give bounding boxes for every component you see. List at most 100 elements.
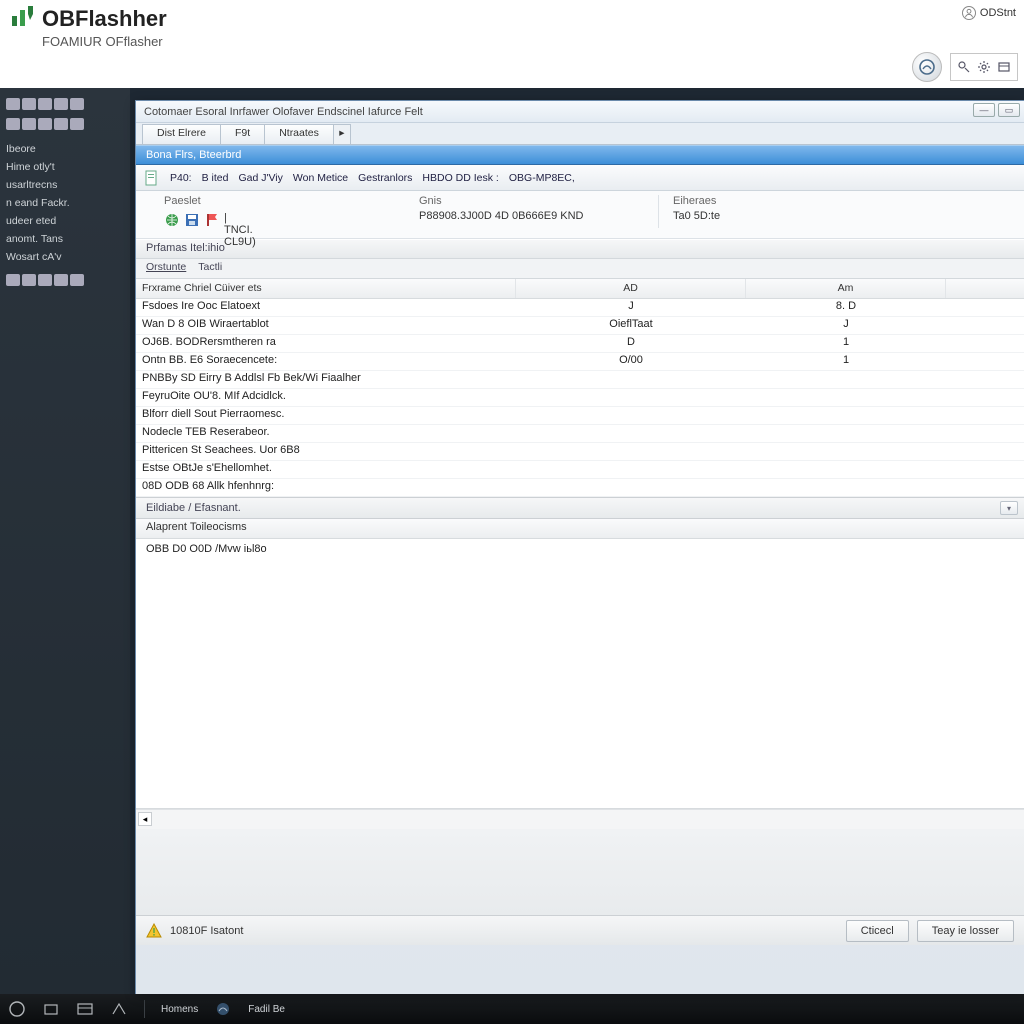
- tool-icon-1[interactable]: [957, 60, 971, 74]
- sidebar-icon[interactable]: [22, 274, 36, 286]
- table-row[interactable]: 08D ODB 68 Allk hfenhnrg:: [136, 479, 1024, 497]
- taskbar-icon[interactable]: [42, 1000, 60, 1018]
- table-cell: 1: [746, 335, 946, 352]
- info-globe-icon[interactable]: [164, 212, 180, 228]
- window-titlebar[interactable]: Cotomaer Esoral Inrfawer Olofaver Endsci…: [136, 101, 1024, 123]
- sidebar-icon[interactable]: [70, 274, 84, 286]
- splitter-handle-icon[interactable]: ▾: [1000, 501, 1018, 515]
- sidebar-item[interactable]: Ibeore: [6, 140, 124, 158]
- tool-icon-3[interactable]: [997, 60, 1011, 74]
- sub-tabs: Orstunte Tactli: [136, 259, 1024, 279]
- start-icon[interactable]: [8, 1000, 26, 1018]
- table-cell: 1: [746, 353, 946, 370]
- subtab[interactable]: Orstunte: [146, 261, 186, 276]
- minimize-button[interactable]: —: [973, 103, 995, 117]
- toolbar-item[interactable]: Gad J'Viy: [238, 172, 282, 184]
- log-body[interactable]: OBB D0 O0D /Mvw iьl8o: [136, 539, 1024, 809]
- user-area[interactable]: ODStnt: [962, 6, 1016, 20]
- toolbar-doc-icon[interactable]: [144, 170, 160, 186]
- toolbar-item[interactable]: OBG-MP8EC,: [509, 172, 575, 184]
- sidebar-item[interactable]: n eand Fackr.: [6, 194, 124, 212]
- warning-icon: [146, 923, 162, 939]
- sidebar-icon[interactable]: [54, 118, 68, 130]
- sidebar: Ibeore Hime otly't usarltrecns n eand Fa…: [0, 88, 130, 994]
- logo-block: OBFlashher FOAMIUR OFflasher: [10, 6, 1014, 49]
- table-cell: Nodecle TEB Reserabeor.: [136, 425, 516, 442]
- table-row[interactable]: Wan D 8 OIB WiraertablotOieflTaatJ: [136, 317, 1024, 335]
- col-header[interactable]: Frxrame Chriel Cüiver ets: [136, 279, 516, 298]
- sidebar-icon[interactable]: [22, 118, 36, 130]
- tab[interactable]: Dist Elrere: [142, 124, 221, 144]
- sidebar-item[interactable]: udeer eted: [6, 212, 124, 230]
- maximize-button[interactable]: ▭: [998, 103, 1020, 117]
- sidebar-icon[interactable]: [6, 274, 20, 286]
- sidebar-item[interactable]: Wosart cA'v: [6, 248, 124, 266]
- info-flag-icon[interactable]: [204, 212, 220, 228]
- table-cell: [516, 425, 746, 442]
- info-label: Paeslet: [164, 195, 419, 207]
- taskbar-app-icon[interactable]: [214, 1000, 232, 1018]
- sidebar-icon-row-2: [6, 118, 124, 130]
- breadcrumb-text: Bona Flrs, Bteerbrd: [146, 149, 241, 161]
- gear-icon[interactable]: [977, 60, 991, 74]
- cancel-button[interactable]: Cticecl: [846, 920, 909, 942]
- taskbar-label[interactable]: Homens: [161, 1004, 198, 1015]
- sidebar-item[interactable]: Hime otly't: [6, 158, 124, 176]
- toolbar-item[interactable]: Gestranlors: [358, 172, 412, 184]
- apply-button[interactable]: Teay ie losser: [917, 920, 1014, 942]
- section-header: Prfamas Itel:ihio: [136, 239, 1024, 259]
- header-toolbox[interactable]: [950, 53, 1018, 81]
- sidebar-icon[interactable]: [70, 98, 84, 110]
- taskbar-label[interactable]: Fadil Be: [248, 1004, 285, 1015]
- table-row[interactable]: OJ6B. BODRersmtheren raD1: [136, 335, 1024, 353]
- table-row[interactable]: Pittericen St Seachees. Uor 6B8: [136, 443, 1024, 461]
- sidebar-icon[interactable]: [38, 98, 52, 110]
- info-row: Paeslet | TNCI. CL9U) Gnis P88908.3J00D …: [136, 191, 1024, 239]
- table-row[interactable]: Fsdoes Ire Ooc ElatoextJ8. D: [136, 299, 1024, 317]
- sidebar-icon[interactable]: [6, 98, 20, 110]
- window-title: Cotomaer Esoral Inrfawer Olofaver Endsci…: [144, 106, 423, 118]
- table-row[interactable]: Blforr diell Sout Pierraomesc.: [136, 407, 1024, 425]
- table-cell: 8. D: [746, 299, 946, 316]
- table-cell: PNBBy SD Eirry B Addlsl Fb Bek/Wi Fiaalh…: [136, 371, 516, 388]
- content-area: Cotomaer Esoral Inrfawer Olofaver Endsci…: [130, 88, 1024, 994]
- sidebar-icon-row: [6, 98, 124, 110]
- toolbar-item[interactable]: B ited: [202, 172, 229, 184]
- sidebar-item[interactable]: usarltrecns: [6, 176, 124, 194]
- sidebar-icon[interactable]: [38, 274, 52, 286]
- toolbar-item[interactable]: Won Metice: [293, 172, 348, 184]
- subtab[interactable]: Tactli: [198, 261, 222, 276]
- col-header[interactable]: Am: [746, 279, 946, 298]
- toolbar-item[interactable]: P40:: [170, 172, 192, 184]
- table-row[interactable]: Ontn BB. E6 Soraecencete:O/001: [136, 353, 1024, 371]
- sidebar-icon[interactable]: [54, 274, 68, 286]
- table-cell: [746, 389, 946, 406]
- col-header[interactable]: AD: [516, 279, 746, 298]
- window-buttons: — ▭: [973, 103, 1020, 117]
- table-cell: Blforr diell Sout Pierraomesc.: [136, 407, 516, 424]
- scroll-left-icon[interactable]: ◂: [138, 812, 152, 826]
- table-cell: [516, 479, 746, 496]
- toolbar-item[interactable]: HBDO DD Iesk :: [422, 172, 498, 184]
- table-row[interactable]: PNBBy SD Eirry B Addlsl Fb Bek/Wi Fiaalh…: [136, 371, 1024, 389]
- sidebar-icon[interactable]: [70, 118, 84, 130]
- info-save-icon[interactable]: [184, 212, 200, 228]
- table-row[interactable]: Estse OBtJe s'Ehellomhet.: [136, 461, 1024, 479]
- sidebar-item[interactable]: anomt. Tans: [6, 230, 124, 248]
- sidebar-icon[interactable]: [6, 118, 20, 130]
- status-bar: 10810F Isatont Cticecl Teay ie losser: [136, 915, 1024, 945]
- taskbar-icon[interactable]: [110, 1000, 128, 1018]
- tab[interactable]: Ntraates: [264, 124, 334, 144]
- splitter-bar[interactable]: Eildiabe / Efasnant. ▾: [136, 497, 1024, 519]
- tab-overflow[interactable]: ▸: [333, 124, 351, 144]
- log-scrollbar[interactable]: ◂: [136, 809, 1024, 829]
- data-table: Frxrame Chriel Cüiver ets AD Am Fsdoes I…: [136, 279, 1024, 497]
- sidebar-icon[interactable]: [54, 98, 68, 110]
- tab[interactable]: F9t: [220, 124, 265, 144]
- sidebar-icon[interactable]: [38, 118, 52, 130]
- os-taskbar[interactable]: Homens Fadil Be: [0, 994, 1024, 1024]
- taskbar-icon[interactable]: [76, 1000, 94, 1018]
- table-row[interactable]: Nodecle TEB Reserabeor.: [136, 425, 1024, 443]
- sidebar-icon[interactable]: [22, 98, 36, 110]
- table-row[interactable]: FeyruOite OU'8. MIf Adcidlck.: [136, 389, 1024, 407]
